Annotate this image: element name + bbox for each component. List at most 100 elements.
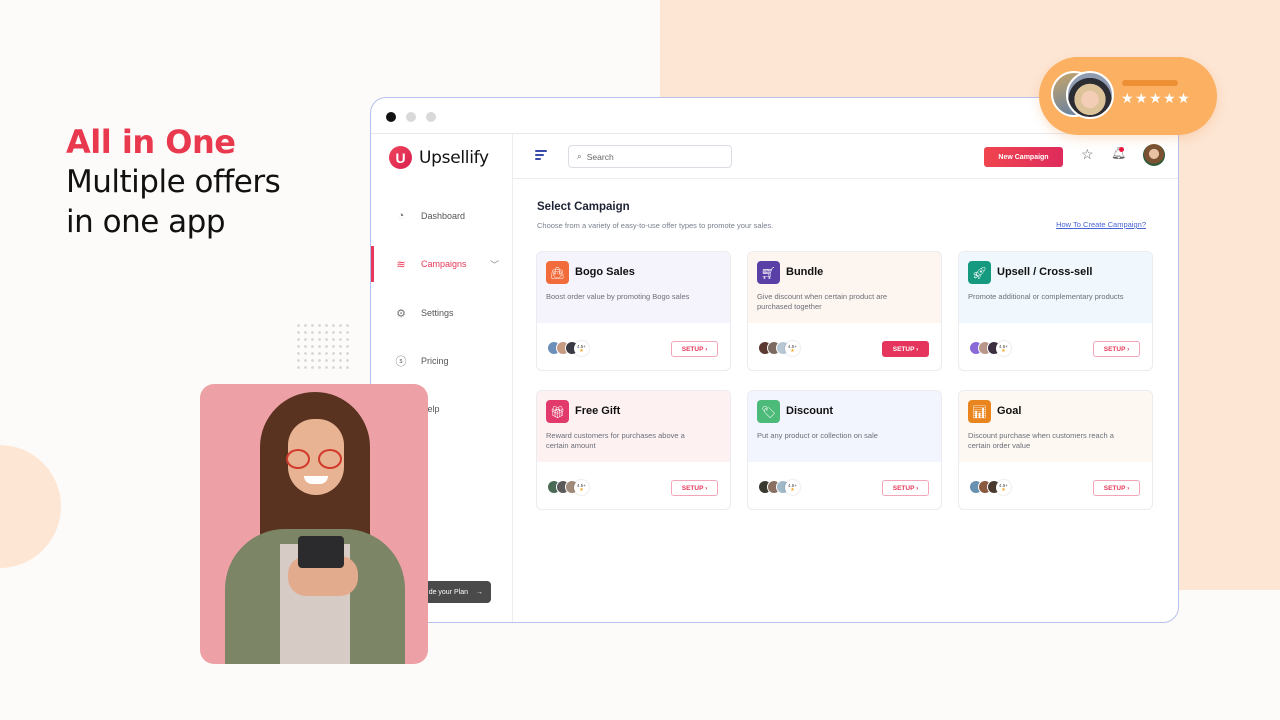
rating-badge: 4.5+ ★: [996, 480, 1011, 495]
user-avatars: 4.5+ ★: [969, 341, 1011, 356]
user-avatars: 4.5+ ★: [758, 480, 800, 495]
background-circle: [0, 445, 61, 568]
card-title: Bogo Sales: [575, 266, 635, 278]
window-close-dot[interactable]: [386, 112, 396, 122]
rating-badge: 4.5+ ★: [996, 341, 1011, 356]
window-minimize-dot[interactable]: [406, 112, 416, 122]
card-header: 🏷︎ Discount Put any product or collectio…: [748, 391, 941, 462]
setup-button[interactable]: SETUP ›: [882, 480, 929, 496]
user-avatars: 4.5+ ★: [758, 341, 800, 356]
card-title: Upsell / Cross-sell: [997, 266, 1093, 278]
window-maximize-dot[interactable]: [426, 112, 436, 122]
dot-pattern: [295, 322, 349, 370]
rating-badge: 4.5+ ★: [574, 341, 589, 356]
star-rating: ★★★★★: [1121, 90, 1192, 106]
cart-icon: 🛒︎: [757, 261, 780, 284]
setup-button[interactable]: SETUP ›: [1093, 480, 1140, 496]
campaign-card-goal[interactable]: 📊︎ Goal Discount purchase when customers…: [958, 390, 1153, 510]
card-description: Boost order value by promoting Bogo sale…: [546, 292, 690, 301]
card-footer: 4.5+ ★ SETUP ›: [748, 323, 941, 370]
star-icon: ★: [1001, 486, 1006, 493]
card-title: Discount: [786, 405, 834, 417]
card-header: 📊︎ Goal Discount purchase when customers…: [959, 391, 1152, 462]
card-header: 👜︎ Bogo Sales Boost order value by promo…: [537, 252, 730, 323]
gear-icon: ⚙: [396, 307, 406, 320]
setup-button[interactable]: SETUP ›: [671, 341, 718, 357]
star-icon: ★: [579, 486, 584, 493]
menu-toggle-icon[interactable]: [535, 150, 547, 162]
main-content: Select Campaign Choose from a variety of…: [513, 179, 1178, 622]
rocket-icon: 🚀︎: [968, 261, 991, 284]
card-title: Goal: [997, 405, 1022, 417]
app-window: U Upsellify ◔ Dashboard ≋ Campaigns ﹀ ⚙ …: [370, 97, 1179, 623]
review-badge: ★★★★★: [1039, 57, 1217, 135]
campaign-card-bogo-sales[interactable]: 👜︎ Bogo Sales Boost order value by promo…: [536, 251, 731, 371]
sidebar-item-label: Settings: [421, 308, 454, 318]
sidebar-item-label: Dashboard: [421, 211, 466, 221]
user-avatars: 4.5+ ★: [547, 341, 589, 356]
sidebar-item-campaigns[interactable]: ≋ Campaigns ﹀: [371, 246, 513, 282]
card-footer: 4.5+ ★ SETUP ›: [537, 323, 730, 370]
rating-badge: 4.5+ ★: [785, 341, 800, 356]
card-description: Promote additional or complementary prod…: [968, 292, 1124, 301]
review-name-placeholder: [1122, 80, 1178, 86]
app-name: Upsellify: [419, 147, 489, 168]
setup-button[interactable]: SETUP ›: [1093, 341, 1140, 357]
woman-with-phone-photo: [200, 384, 428, 664]
card-title: Bundle: [786, 266, 824, 278]
star-icon: ★: [579, 347, 584, 354]
shopping-bag-icon: 👜︎: [546, 261, 569, 284]
card-description: Give discount when certain product are p…: [757, 292, 888, 311]
card-footer: 4.5+ ★ SETUP ›: [959, 462, 1152, 509]
app-logo[interactable]: U Upsellify: [389, 146, 489, 169]
arrow-right-icon: →: [476, 588, 483, 596]
sidebar-item-pricing[interactable]: ⓢ Pricing: [371, 343, 513, 379]
campaign-card-discount[interactable]: 🏷︎ Discount Put any product or collectio…: [747, 390, 942, 510]
card-header: 🛒︎ Bundle Give discount when certain pro…: [748, 252, 941, 323]
campaign-card-free-gift[interactable]: 🎁︎ Free Gift Reward customers for purcha…: [536, 390, 731, 510]
card-description: Put any product or collection on sale: [757, 431, 878, 440]
chevron-down-icon[interactable]: ﹀: [490, 258, 499, 271]
setup-button[interactable]: SETUP ›: [882, 341, 929, 357]
card-footer: 4.5+ ★ SETUP ›: [959, 323, 1152, 370]
topbar: ⌕ Search New Campaign ☆ 🔔︎: [513, 134, 1178, 179]
sidebar-item-dashboard[interactable]: ◔ Dashboard: [371, 198, 513, 234]
card-description: Reward customers for purchases above a c…: [546, 431, 685, 450]
campaign-card-grid: 👜︎ Bogo Sales Boost order value by promo…: [536, 251, 1153, 510]
star-icon: ★: [790, 486, 795, 493]
dashboard-icon: ◔: [397, 210, 405, 222]
user-avatar[interactable]: [1143, 144, 1165, 166]
headline-line-2: in one app: [66, 204, 226, 240]
search-icon: ⌕: [577, 151, 582, 161]
sidebar-item-settings[interactable]: ⚙ Settings: [371, 295, 513, 331]
how-to-create-campaign-link[interactable]: How To Create Campaign?: [1056, 220, 1146, 229]
search-input[interactable]: ⌕ Search: [568, 145, 732, 168]
card-header: 🎁︎ Free Gift Reward customers for purcha…: [537, 391, 730, 462]
sidebar-item-label: Campaigns: [421, 259, 467, 269]
star-icon: ★: [1001, 347, 1006, 354]
reviewer-avatar: [1066, 71, 1114, 119]
page-subtitle: Choose from a variety of easy-to-use off…: [537, 221, 774, 230]
headline: All in One Multiple offers in one app: [66, 122, 281, 242]
headline-accent: All in One: [66, 123, 236, 161]
campaign-card-upsell-cross-sell[interactable]: 🚀︎ Upsell / Cross-sell Promote additiona…: [958, 251, 1153, 371]
card-header: 🚀︎ Upsell / Cross-sell Promote additiona…: [959, 252, 1152, 323]
star-icon[interactable]: ☆: [1081, 146, 1094, 163]
gift-icon: 🎁︎: [546, 400, 569, 423]
user-avatars: 4.5+ ★: [547, 480, 589, 495]
card-description: Discount purchase when customers reach a…: [968, 431, 1114, 450]
search-placeholder: Search: [586, 151, 614, 162]
sidebar-item-label: Pricing: [421, 356, 449, 366]
headline-line-1: Multiple offers: [66, 164, 281, 200]
star-icon: ★: [790, 347, 795, 354]
layers-icon: ≋: [396, 258, 406, 271]
new-campaign-button[interactable]: New Campaign: [984, 147, 1063, 167]
upgrade-plan-label: de your Plan: [428, 588, 468, 596]
setup-button[interactable]: SETUP ›: [671, 480, 718, 496]
campaign-card-bundle[interactable]: 🛒︎ Bundle Give discount when certain pro…: [747, 251, 942, 371]
rating-badge: 4.5+ ★: [574, 480, 589, 495]
rating-badge: 4.5+ ★: [785, 480, 800, 495]
notification-dot: [1119, 147, 1124, 152]
bar-chart-icon: 📊︎: [968, 400, 991, 423]
card-footer: 4.5+ ★ SETUP ›: [748, 462, 941, 509]
